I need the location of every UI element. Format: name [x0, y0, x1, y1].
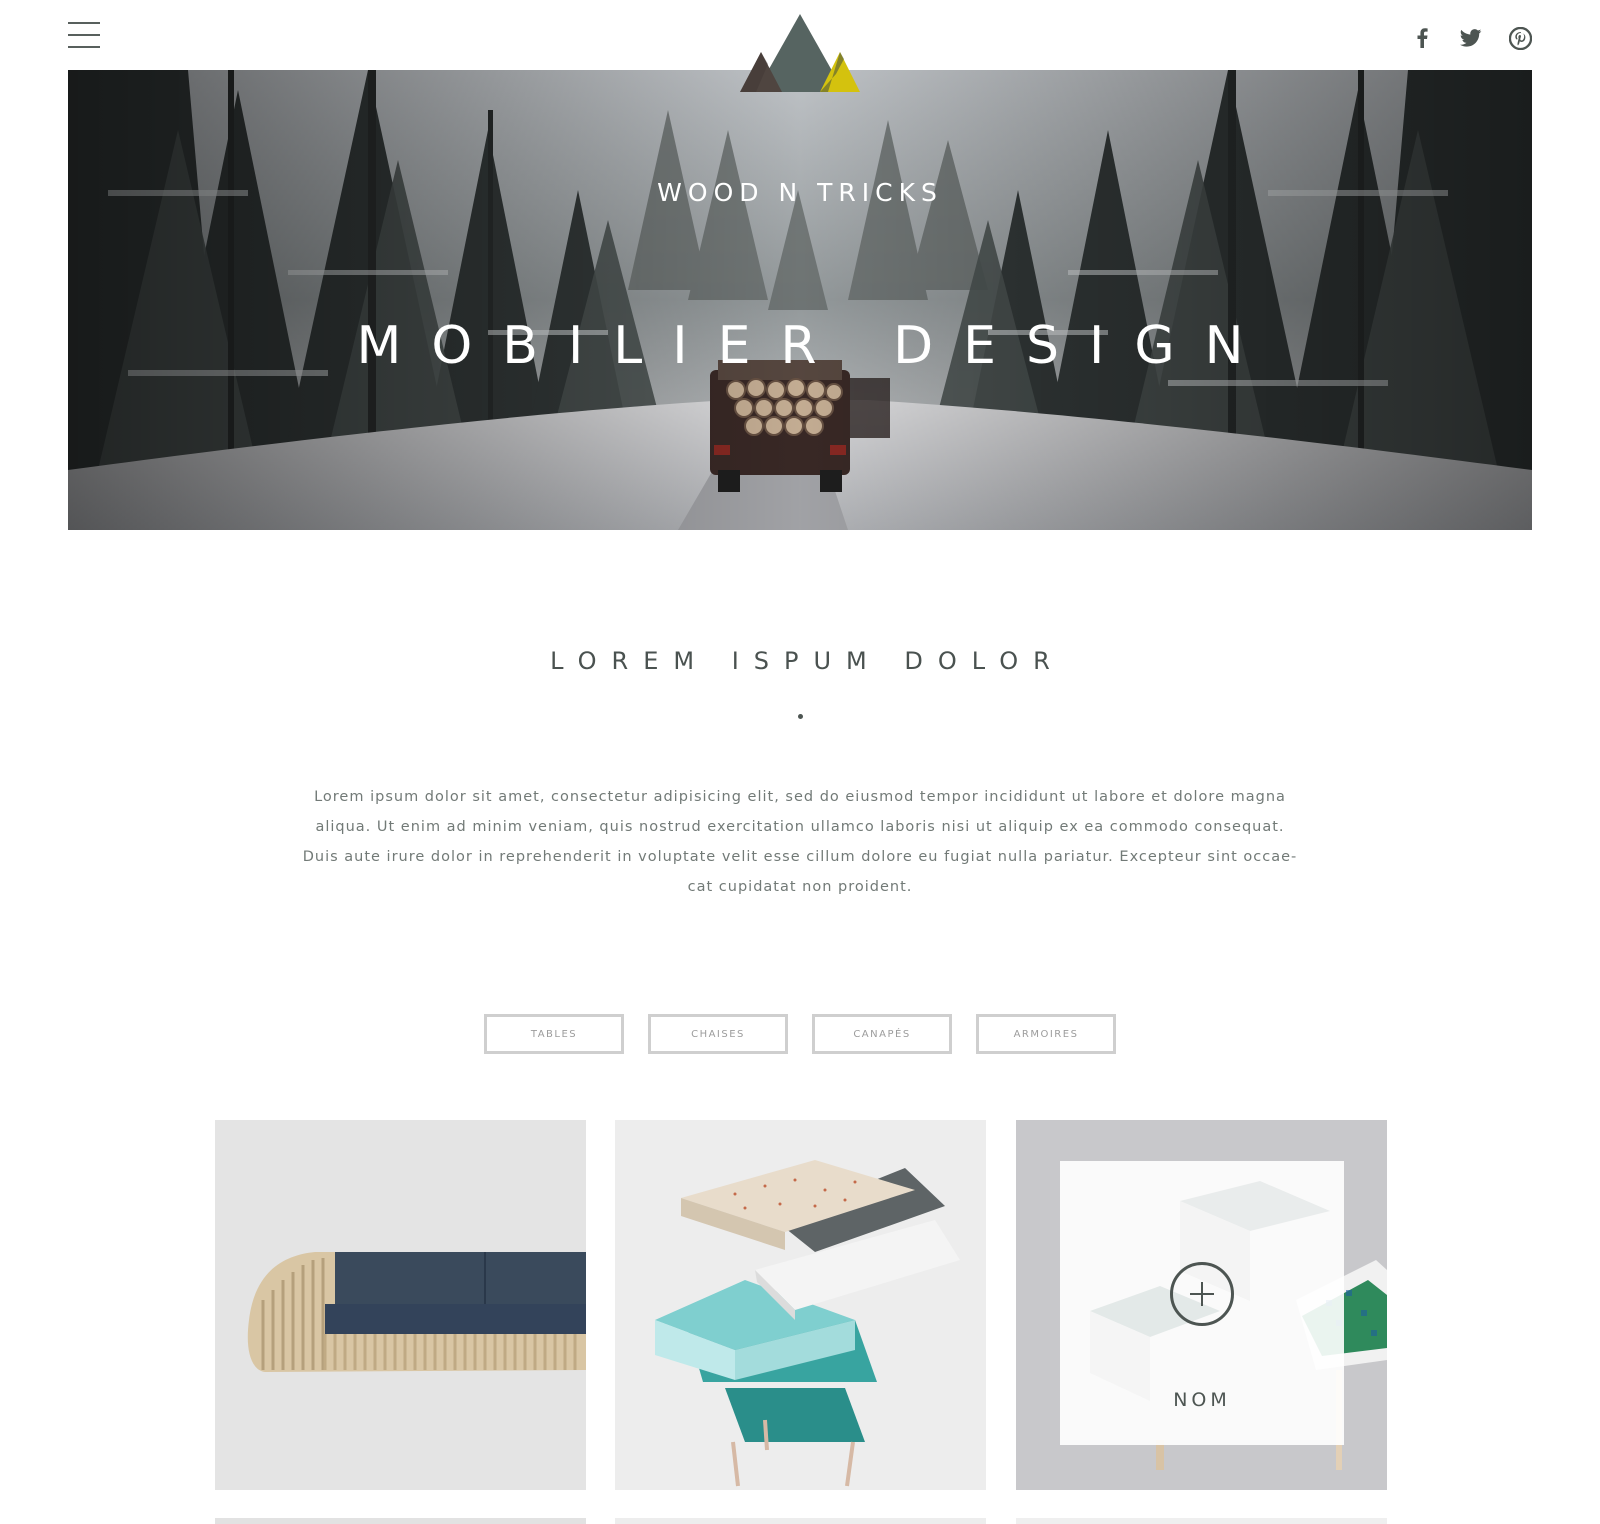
hero-banner: WOOD N TRICKS MOBILIER DESIGN: [68, 70, 1532, 530]
product-name: NOM: [1173, 1389, 1231, 1411]
category-filters: TABLES CHAISES CANAPÉS ARMOIRES: [0, 1014, 1600, 1054]
product-card-row2-1[interactable]: [215, 1518, 586, 1524]
twitter-icon[interactable]: [1459, 26, 1483, 50]
forest-hero-image: [68, 70, 1532, 530]
mountain-logo-icon[interactable]: [734, 12, 866, 92]
filter-tables-button[interactable]: TABLES: [484, 1014, 624, 1054]
product-card-sofa[interactable]: [215, 1120, 586, 1490]
plus-circle-icon[interactable]: [1170, 1262, 1234, 1326]
product-card-tables[interactable]: NOM: [1016, 1120, 1387, 1490]
sofa-image: [247, 1252, 586, 1372]
filter-chaises-button[interactable]: CHAISES: [648, 1014, 788, 1054]
pinterest-icon[interactable]: [1508, 26, 1532, 50]
section-title: LOREM ISPUM DOLOR: [550, 647, 1065, 675]
product-card-cabinet[interactable]: [615, 1120, 986, 1490]
hero-title: MOBILIER DESIGN: [356, 316, 1274, 376]
product-card-row2-3[interactable]: [1016, 1518, 1387, 1524]
divider-dot: [798, 714, 803, 719]
hamburger-icon[interactable]: [68, 22, 100, 50]
filter-canapes-button[interactable]: CANAPÉS: [812, 1014, 952, 1054]
facebook-icon[interactable]: [1413, 26, 1431, 50]
drawer-cabinet-image: [655, 1160, 960, 1487]
brand-name: WOOD N TRICKS: [657, 178, 943, 207]
filter-armoires-button[interactable]: ARMOIRES: [976, 1014, 1116, 1054]
intro-text: Lorem ipsum dolor sit amet, consectetur …: [302, 789, 1298, 895]
product-card-row2-2[interactable]: [615, 1518, 986, 1524]
card-hover-overlay: NOM: [1060, 1161, 1344, 1445]
